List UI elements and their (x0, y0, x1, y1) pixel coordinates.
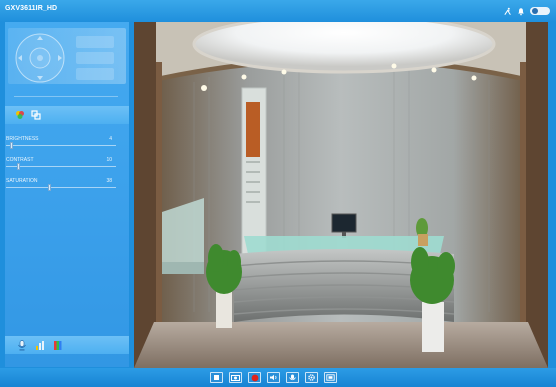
stop-icon[interactable] (210, 372, 223, 383)
contrast-thumb[interactable] (17, 163, 20, 170)
brightness-thumb[interactable] (10, 142, 13, 149)
window-title: GXV3611IR_HD (5, 5, 58, 12)
settings-icon[interactable] (305, 372, 318, 383)
zoom-control[interactable] (76, 36, 114, 48)
saturation-thumb[interactable] (48, 184, 51, 191)
bell-icon[interactable] (517, 7, 525, 16)
header-icons (504, 4, 550, 18)
focus-control[interactable] (76, 52, 114, 64)
copy-settings-icon[interactable] (31, 110, 41, 120)
audio-level-icon[interactable] (35, 340, 45, 351)
runner-icon[interactable] (504, 7, 512, 16)
snapshot-icon[interactable] (229, 372, 242, 383)
power-toggle-icon[interactable] (530, 7, 550, 15)
playback-bar (0, 368, 556, 387)
contrast-slider[interactable]: CONTRAST 10 (6, 157, 122, 171)
ptz-divider (14, 96, 118, 97)
microphone-icon[interactable] (17, 339, 27, 351)
saturation-value: 38 (106, 178, 112, 184)
record-icon[interactable] (248, 372, 261, 383)
video-feed[interactable] (134, 22, 548, 368)
saturation-slider[interactable]: SATURATION 38 (6, 178, 122, 192)
fullscreen-icon[interactable] (324, 372, 337, 383)
talk-icon[interactable] (286, 372, 299, 383)
brightness-value: 4 (109, 136, 112, 142)
live-video-image (134, 22, 548, 368)
volume-icon[interactable] (267, 372, 280, 383)
color-bars-icon[interactable] (53, 340, 63, 351)
ptz-joystick[interactable] (14, 30, 66, 86)
saturation-label: SATURATION (6, 178, 38, 184)
title-bar: GXV3611IR_HD (0, 0, 556, 22)
brightness-track (6, 145, 116, 146)
brightness-slider[interactable]: BRIGHTNESS 4 (6, 136, 122, 150)
color-palette-icon[interactable] (15, 110, 25, 120)
iris-control[interactable] (76, 68, 114, 80)
saturation-track (6, 187, 116, 188)
right-frame (548, 22, 556, 368)
contrast-value: 10 (106, 157, 112, 163)
contrast-track (6, 166, 116, 167)
audio-tools-row (5, 336, 129, 354)
image-tools-row (5, 106, 129, 124)
playback-controls (210, 372, 337, 383)
